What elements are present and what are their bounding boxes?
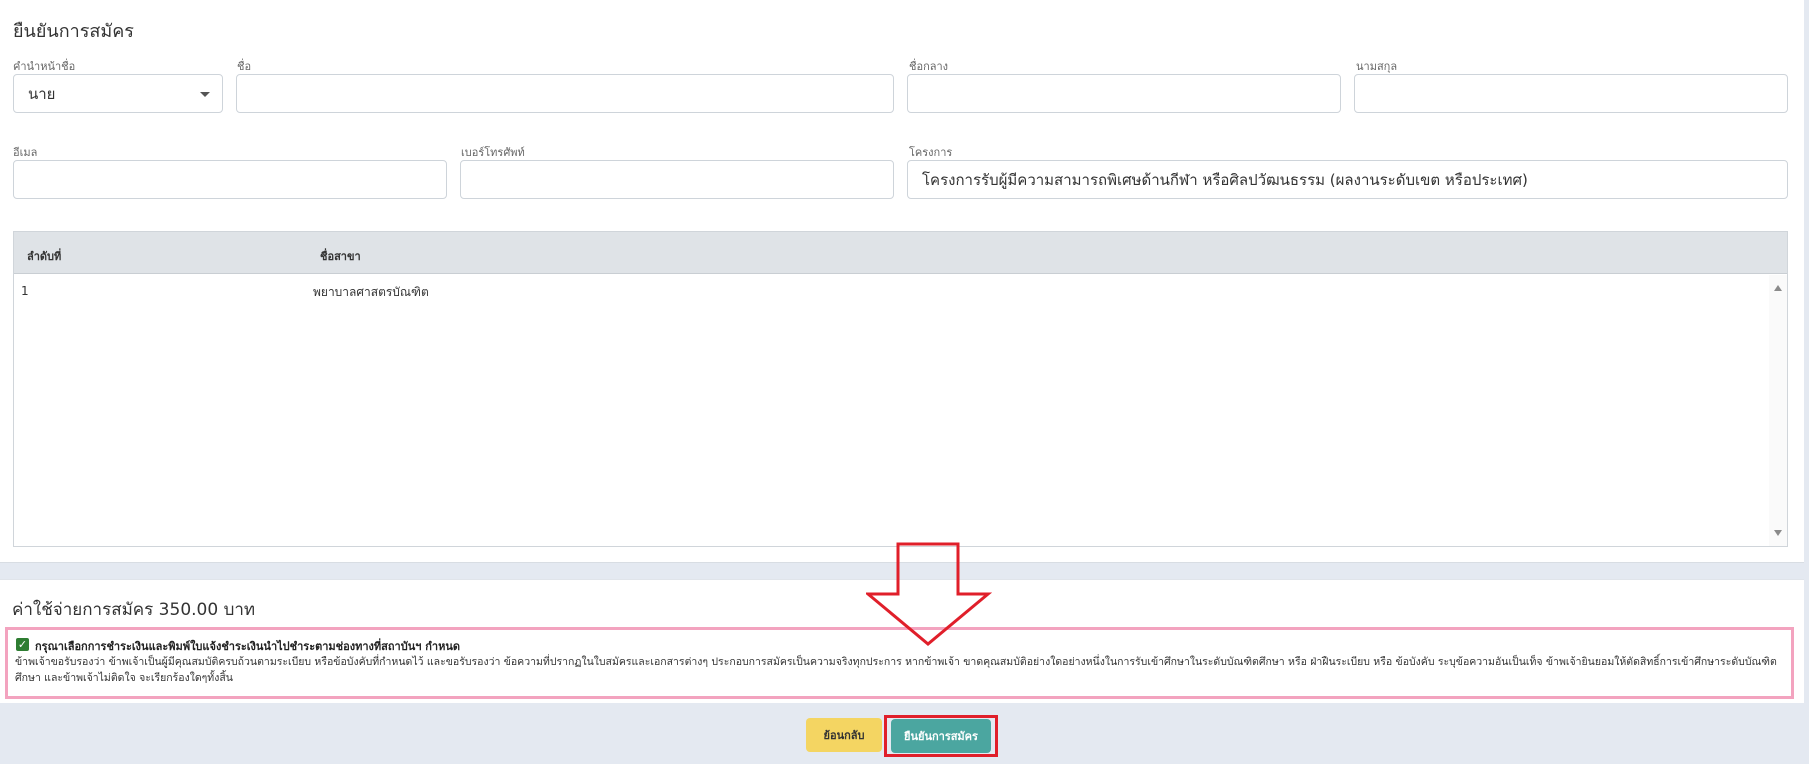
project-field[interactable]: โครงการรับผู้มีความสามารถพิเศษด้านกีฬา ห… — [907, 160, 1788, 199]
confirm-application-button[interactable]: ยืนยันการสมัคร — [891, 719, 991, 753]
consent-checkbox[interactable]: ✓ — [16, 638, 29, 651]
table-scrollbar[interactable] — [1769, 275, 1787, 546]
prefix-label: คำนำหน้าชื่อ — [13, 60, 76, 73]
confirm-button-highlight: ยืนยันการสมัคร — [884, 715, 998, 757]
page-title: ยืนยันการสมัคร — [13, 21, 134, 42]
last-name-field[interactable] — [1354, 74, 1788, 113]
first-name-label: ชื่อ — [237, 60, 252, 73]
column-header-program: ชื่อสาขา — [320, 250, 361, 263]
last-name-label: นามสกุล — [1356, 60, 1398, 73]
email-field[interactable] — [13, 160, 447, 199]
scroll-down-icon[interactable] — [1774, 530, 1782, 536]
middle-name-label: ชื่อกลาง — [909, 60, 949, 73]
phone-field[interactable] — [460, 160, 894, 199]
scroll-up-icon[interactable] — [1774, 285, 1782, 291]
first-name-field[interactable] — [236, 74, 894, 113]
consent-heading: กรุณาเลือกการชำระเงินและพิมพ์ใบแจ้งชำระเ… — [35, 640, 460, 653]
phone-label: เบอร์โทรศัพท์ — [461, 146, 525, 159]
chevron-down-icon — [200, 92, 210, 97]
email-label: อีเมล — [13, 146, 38, 159]
table-cell-program: พยาบาลศาสตรบัณฑิต — [313, 285, 429, 299]
middle-name-field[interactable] — [907, 74, 1341, 113]
consent-text: ข้าพเจ้าขอรับรองว่า ข้าพเจ้าเป็นผู้มีคุณ… — [15, 656, 1777, 684]
program-table: ลำดับที่ ชื่อสาขา 1 พยาบาลศาสตรบัณฑิต — [13, 231, 1788, 547]
fee-title: ค่าใช้จ่ายการสมัคร 350.00 บาท — [12, 600, 256, 620]
back-button[interactable]: ย้อนกลับ — [806, 718, 882, 752]
table-cell-order: 1 — [21, 284, 29, 298]
application-form-card: ยืนยันการสมัคร คำนำหน้าชื่อ นาย ชื่อ ชื่… — [0, 0, 1804, 563]
table-header: ลำดับที่ ชื่อสาขา — [14, 232, 1787, 274]
project-value: โครงการรับผู้มีความสามารถพิเศษด้านกีฬา ห… — [922, 170, 1528, 189]
prefix-value: นาย — [28, 84, 56, 103]
red-arrow-annotation-icon — [866, 542, 992, 646]
prefix-select[interactable]: นาย — [13, 74, 223, 113]
project-label: โครงการ — [909, 146, 953, 159]
column-header-order: ลำดับที่ — [27, 250, 62, 263]
